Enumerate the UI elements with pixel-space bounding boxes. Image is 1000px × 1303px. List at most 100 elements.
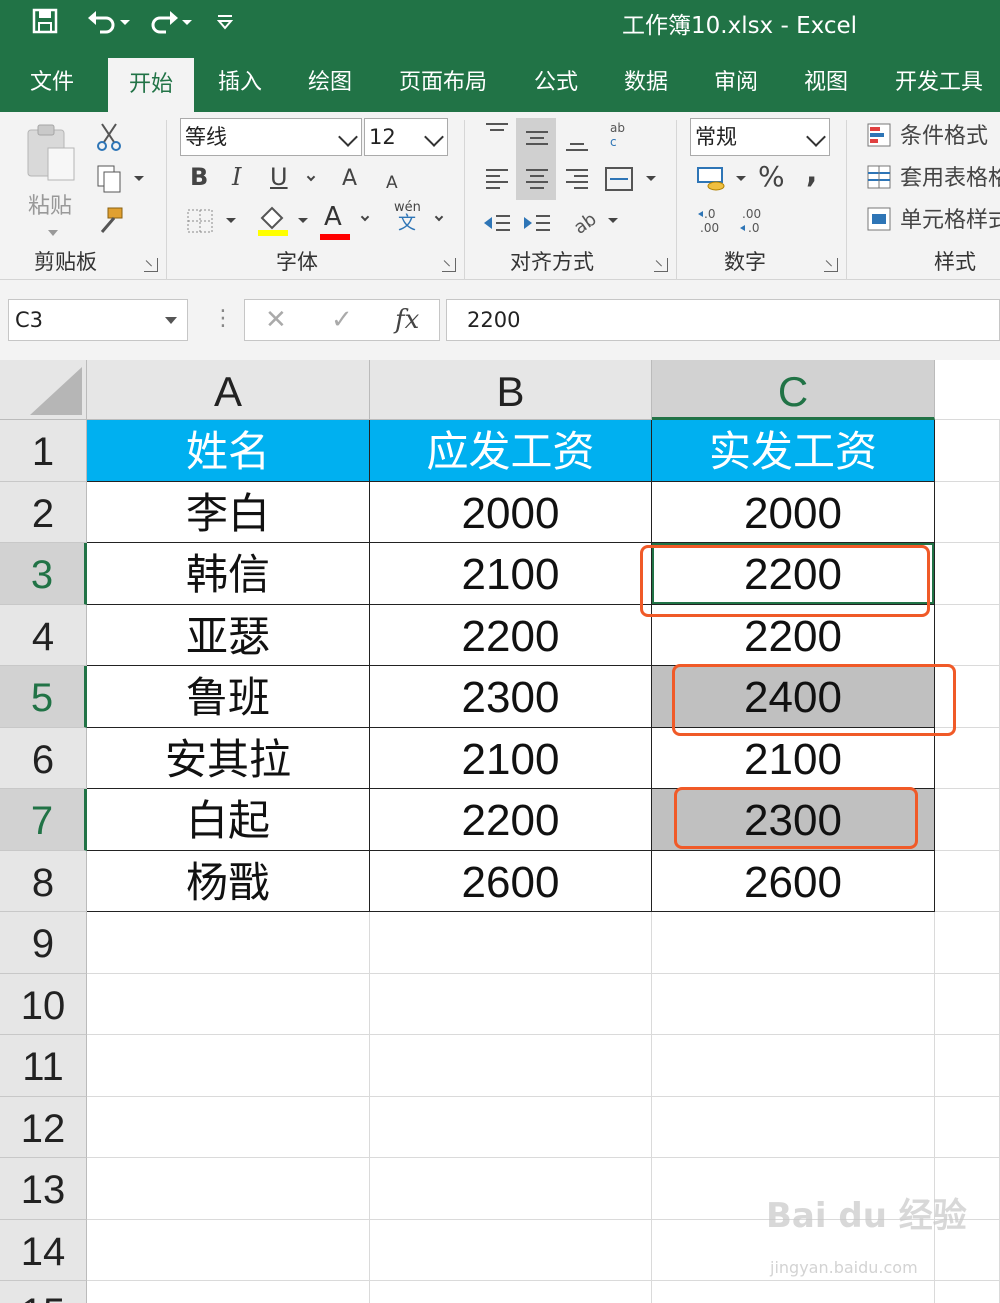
cancel-icon[interactable]: ✕ — [265, 300, 287, 340]
cell-b8[interactable]: 2600 — [370, 850, 652, 912]
increase-indent-icon[interactable] — [522, 208, 552, 247]
bold-button[interactable]: B — [190, 162, 208, 192]
format-as-table-button[interactable]: 套用表格格式 — [866, 164, 1000, 201]
tab-formulas[interactable]: 公式 — [516, 54, 596, 112]
decrease-indent-icon[interactable] — [482, 208, 512, 247]
cell-d15[interactable] — [935, 1281, 1000, 1303]
comma-button[interactable]: , — [806, 158, 817, 188]
cell-c11[interactable] — [652, 1035, 935, 1097]
align-right-icon[interactable] — [562, 164, 592, 203]
column-header-d[interactable] — [935, 360, 1000, 420]
cell-b15[interactable] — [370, 1281, 652, 1303]
row-header-4[interactable]: 4 — [0, 604, 87, 666]
formula-input[interactable]: 2200 — [446, 299, 1000, 341]
cell-b3[interactable]: 2100 — [370, 543, 652, 605]
increase-decimal-icon[interactable]: .0.00 — [696, 206, 726, 245]
cell-c3[interactable]: 2200 — [652, 543, 935, 605]
cell-a4[interactable]: 亚瑟 — [87, 604, 370, 666]
cell-d2[interactable] — [935, 481, 1000, 543]
cell-c15[interactable] — [652, 1281, 935, 1303]
borders-icon[interactable] — [186, 206, 242, 245]
cell-d12[interactable] — [935, 1096, 1000, 1158]
cell-styles-button[interactable]: 单元格样式 — [866, 206, 1000, 243]
cut-icon[interactable] — [96, 122, 122, 161]
row-header-14[interactable]: 14 — [0, 1219, 87, 1281]
cell-c12[interactable] — [652, 1096, 935, 1158]
cell-a6[interactable]: 安其拉 — [87, 727, 370, 789]
undo-icon[interactable] — [86, 8, 130, 44]
percent-button[interactable]: % — [758, 162, 785, 192]
save-icon[interactable] — [32, 8, 58, 44]
cell-b6[interactable]: 2100 — [370, 727, 652, 789]
name-box[interactable]: C3 — [8, 299, 188, 341]
number-launcher-icon[interactable] — [824, 258, 838, 272]
cell-d10[interactable] — [935, 973, 1000, 1035]
cell-c9[interactable] — [652, 912, 935, 974]
cell-a12[interactable] — [87, 1096, 370, 1158]
format-painter-icon[interactable] — [96, 206, 126, 245]
cell-b11[interactable] — [370, 1035, 652, 1097]
cell-d9[interactable] — [935, 912, 1000, 974]
orientation-icon[interactable]: ab c — [606, 120, 636, 159]
cell-a11[interactable] — [87, 1035, 370, 1097]
row-header-11[interactable]: 11 — [0, 1035, 87, 1097]
cell-b9[interactable] — [370, 912, 652, 974]
align-bottom-icon[interactable] — [562, 130, 592, 163]
column-header-b[interactable]: B — [370, 360, 652, 420]
cell-a14[interactable] — [87, 1219, 370, 1281]
column-header-a[interactable]: A — [87, 360, 370, 420]
tab-home[interactable]: 开始 — [108, 58, 194, 112]
cell-a2[interactable]: 李白 — [87, 481, 370, 543]
shrink-font-button[interactable]: A — [386, 168, 398, 198]
tab-file[interactable]: 文件 — [14, 54, 90, 112]
insert-function-icon[interactable]: fx — [395, 300, 419, 340]
tab-review[interactable]: 审阅 — [696, 54, 776, 112]
italic-button[interactable]: I — [232, 162, 241, 192]
cell-c1[interactable]: 实发工资 — [652, 420, 935, 482]
align-center-icon[interactable] — [522, 164, 552, 203]
row-header-13[interactable]: 13 — [0, 1158, 87, 1220]
cell-a10[interactable] — [87, 973, 370, 1035]
cell-d6[interactable] — [935, 727, 1000, 789]
tab-data[interactable]: 数据 — [606, 54, 686, 112]
align-middle-icon[interactable] — [522, 126, 552, 159]
enter-icon[interactable]: ✓ — [331, 300, 353, 340]
text-orientation-icon[interactable]: ab — [570, 206, 622, 245]
cell-a1[interactable]: 姓名 — [87, 420, 370, 482]
underline-button[interactable]: U — [270, 162, 288, 192]
cell-d8[interactable] — [935, 850, 1000, 912]
row-header-6[interactable]: 6 — [0, 727, 87, 789]
row-header-15[interactable]: 15 — [0, 1281, 87, 1303]
cell-c8[interactable]: 2600 — [652, 850, 935, 912]
cell-c4[interactable]: 2200 — [652, 604, 935, 666]
cell-d5[interactable] — [935, 666, 1000, 728]
row-header-2[interactable]: 2 — [0, 481, 87, 543]
cell-a13[interactable] — [87, 1158, 370, 1220]
cell-c5[interactable]: 2400 — [652, 666, 935, 728]
cell-b4[interactable]: 2200 — [370, 604, 652, 666]
cell-b14[interactable] — [370, 1219, 652, 1281]
font-launcher-icon[interactable] — [442, 258, 456, 272]
merge-center-icon[interactable] — [604, 164, 660, 203]
tab-developer[interactable]: 开发工具 — [880, 54, 998, 112]
cell-b1[interactable]: 应发工资 — [370, 420, 652, 482]
font-size-select[interactable]: 12 — [364, 118, 448, 156]
select-all-button[interactable] — [0, 360, 87, 420]
copy-icon[interactable] — [96, 164, 146, 203]
cell-c10[interactable] — [652, 973, 935, 1035]
align-left-icon[interactable] — [482, 164, 512, 203]
column-header-c[interactable]: C — [652, 360, 935, 420]
cell-b7[interactable]: 2200 — [370, 789, 652, 851]
cell-d1[interactable] — [935, 420, 1000, 482]
row-header-3[interactable]: 3 — [0, 543, 87, 605]
tab-draw[interactable]: 绘图 — [290, 54, 370, 112]
cell-a7[interactable]: 白起 — [87, 789, 370, 851]
cell-a5[interactable]: 鲁班 — [87, 666, 370, 728]
grow-font-button[interactable]: A — [342, 164, 357, 194]
cell-a8[interactable]: 杨戬 — [87, 850, 370, 912]
cell-a15[interactable] — [87, 1281, 370, 1303]
number-format-select[interactable]: 常规 — [690, 118, 830, 156]
customize-qat-icon[interactable] — [216, 8, 234, 44]
clipboard-launcher-icon[interactable] — [144, 258, 158, 272]
row-header-5[interactable]: 5 — [0, 666, 87, 728]
